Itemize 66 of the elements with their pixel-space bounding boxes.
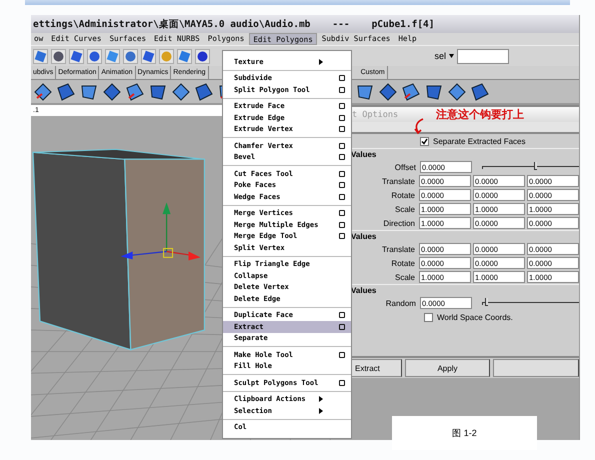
field-label: Direction xyxy=(382,218,416,228)
polygon-tool-icon[interactable] xyxy=(378,82,398,102)
field-label: Scale xyxy=(394,204,416,214)
option-box-icon[interactable] xyxy=(339,210,345,216)
annotation-arrow-icon xyxy=(413,118,425,136)
field-label: Translate xyxy=(380,176,416,186)
tool-icon[interactable] xyxy=(142,50,155,62)
option-box-icon[interactable] xyxy=(339,352,345,358)
polygon-tool-icon[interactable] xyxy=(56,82,76,102)
field-label: Random xyxy=(384,298,417,308)
option-box-icon[interactable] xyxy=(339,86,345,93)
slider-thumb[interactable] xyxy=(484,298,488,306)
option-box-icon[interactable] xyxy=(339,142,345,149)
slider-thumb[interactable] xyxy=(534,162,538,170)
polygon-tool-icon[interactable] xyxy=(33,82,53,102)
option-box-icon[interactable] xyxy=(339,233,345,240)
option-box-icon[interactable] xyxy=(339,170,345,177)
action-button[interactable]: Apply xyxy=(404,359,490,377)
action-button[interactable]: Extract xyxy=(350,359,402,377)
move-gizmo-icon xyxy=(120,202,200,260)
panel-title: t Options xyxy=(352,110,398,120)
tool-icon[interactable] xyxy=(88,50,101,62)
option-box-icon[interactable] xyxy=(339,222,345,228)
field-label: Scale xyxy=(394,272,416,282)
polygon-tool-icon[interactable] xyxy=(102,82,122,102)
field-label: Rotate xyxy=(390,190,416,200)
tool-icon[interactable] xyxy=(70,50,83,62)
option-box-icon[interactable] xyxy=(339,154,345,160)
field-label: Rotate xyxy=(390,258,416,268)
blank-button[interactable] xyxy=(493,359,579,377)
checkbox-label: Separate Extracted Faces xyxy=(433,136,526,146)
checkbox[interactable] xyxy=(424,312,433,322)
window-title: ettings\Administrator\桌面\MAYA5.0 audio\Audio.mb xyxy=(33,18,310,30)
option-box-icon[interactable] xyxy=(339,103,345,110)
polygon-tool-icon[interactable] xyxy=(447,82,467,102)
input-field[interactable] xyxy=(457,48,509,64)
polygon-tool-icon[interactable] xyxy=(125,82,145,102)
polygon-tool-icon[interactable] xyxy=(171,82,191,102)
tool-icon[interactable] xyxy=(178,50,191,62)
polygon-tool-icon[interactable] xyxy=(401,82,421,102)
tool-icon[interactable] xyxy=(124,50,137,62)
field-label: Translate xyxy=(380,244,416,254)
figure-caption: 图 1-2 xyxy=(452,426,477,440)
option-box-icon[interactable] xyxy=(339,194,345,200)
option-box-icon[interactable] xyxy=(339,380,345,386)
polygon-tool-icon[interactable] xyxy=(470,82,490,102)
option-box-icon[interactable] xyxy=(339,75,345,82)
field-label: Offset xyxy=(394,162,417,172)
checkbox[interactable] xyxy=(420,136,429,146)
title-separator: --- xyxy=(332,18,350,30)
checkbox-label: World Space Coords. xyxy=(437,312,513,322)
selection-mask-label[interactable]: sel xyxy=(434,51,446,61)
caret-icon xyxy=(449,54,454,58)
option-box-icon[interactable] xyxy=(339,182,345,188)
option-box-icon[interactable] xyxy=(339,312,345,318)
selected-object-name: pCube1.f[4] xyxy=(372,18,434,30)
polygon-tool-icon[interactable] xyxy=(194,82,214,102)
annotation-text: 注意这个钩要打上 xyxy=(436,108,524,122)
tool-icon[interactable] xyxy=(34,50,47,62)
submenu-arrow-icon xyxy=(319,58,323,65)
option-box-icon[interactable] xyxy=(339,324,345,330)
tool-icon[interactable] xyxy=(196,50,209,62)
tool-icon[interactable] xyxy=(52,50,65,62)
check-icon xyxy=(421,138,428,144)
option-box-icon[interactable] xyxy=(339,114,345,121)
option-box-icon[interactable] xyxy=(339,126,345,132)
